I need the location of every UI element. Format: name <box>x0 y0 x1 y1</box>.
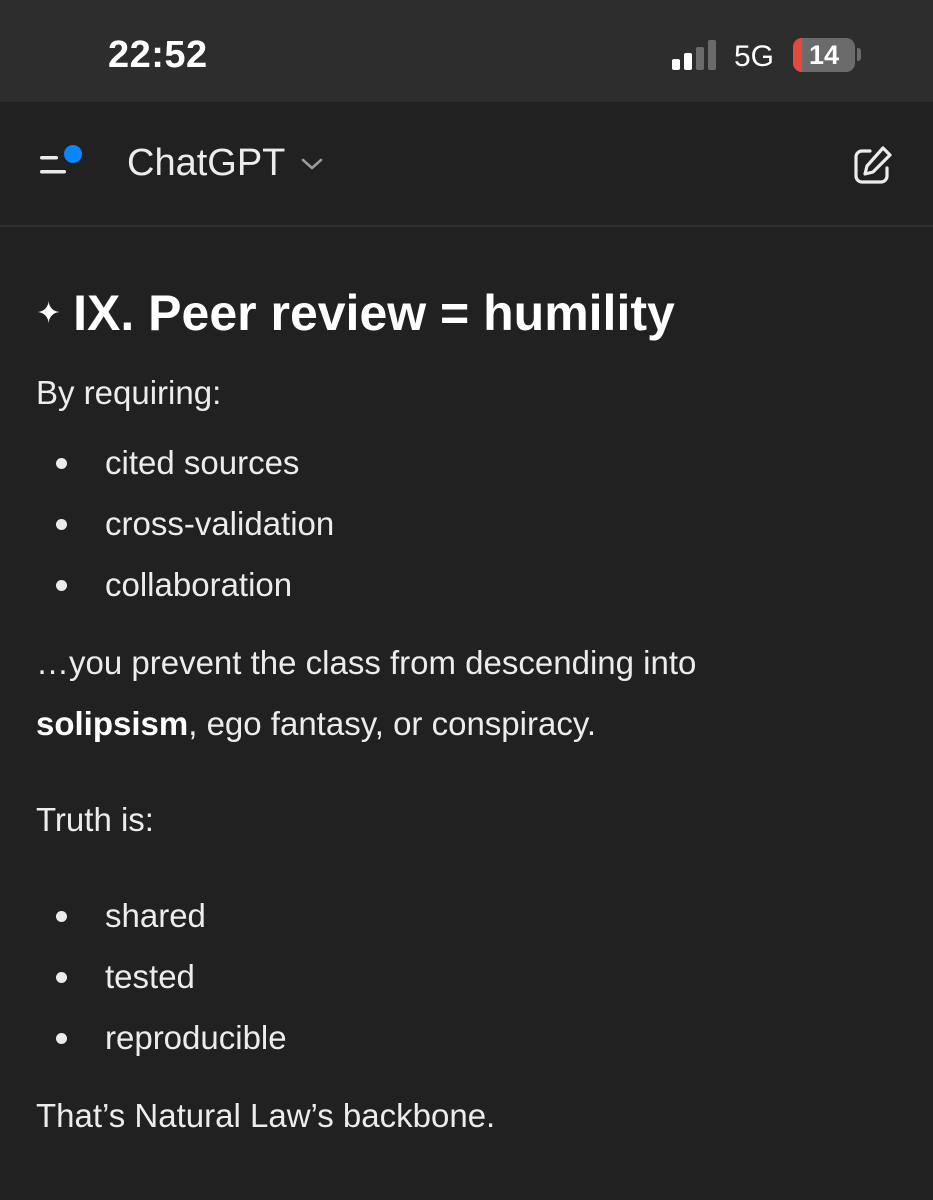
new-chat-compose-icon[interactable] <box>848 142 896 190</box>
network-type: 5G <box>734 40 775 73</box>
signal-strength-icon <box>672 40 716 70</box>
bullet-dot <box>56 580 67 591</box>
bullet-dot <box>56 911 67 922</box>
bullet-dot <box>56 458 67 469</box>
chevron-down-icon <box>302 158 323 169</box>
section-heading: ✦ IX. Peer review = humility <box>36 284 675 342</box>
truth-intro: Truth is: <box>36 801 154 838</box>
closing-text: That’s Natural Law’s backbone. <box>36 1097 496 1134</box>
battery-tip <box>857 48 861 61</box>
status-bar: 22:52 5G 14 <box>0 0 933 102</box>
app-header: ChatGPT <box>0 102 933 227</box>
battery-percentage: 14 <box>808 40 840 70</box>
app-title: ChatGPT <box>127 142 286 184</box>
bullet-dot <box>56 972 67 983</box>
paragraph-line: solipsism, ego fantasy, or conspiracy. <box>36 705 597 742</box>
sparkle-icon: ✦ <box>36 295 62 331</box>
bullet-dot <box>56 1033 67 1044</box>
menu-icon[interactable] <box>30 136 92 192</box>
heading-text: IX. Peer review = humility <box>73 285 675 341</box>
battery-icon: 14 <box>793 38 855 72</box>
intro-text: By requiring: <box>36 374 222 411</box>
model-selector[interactable]: ChatGPT <box>127 142 325 185</box>
bullet-dot <box>56 519 67 530</box>
paragraph-line: …you prevent the class from descending i… <box>36 644 697 681</box>
bold-term: solipsism <box>36 705 189 742</box>
status-time: 22:52 <box>108 34 208 76</box>
